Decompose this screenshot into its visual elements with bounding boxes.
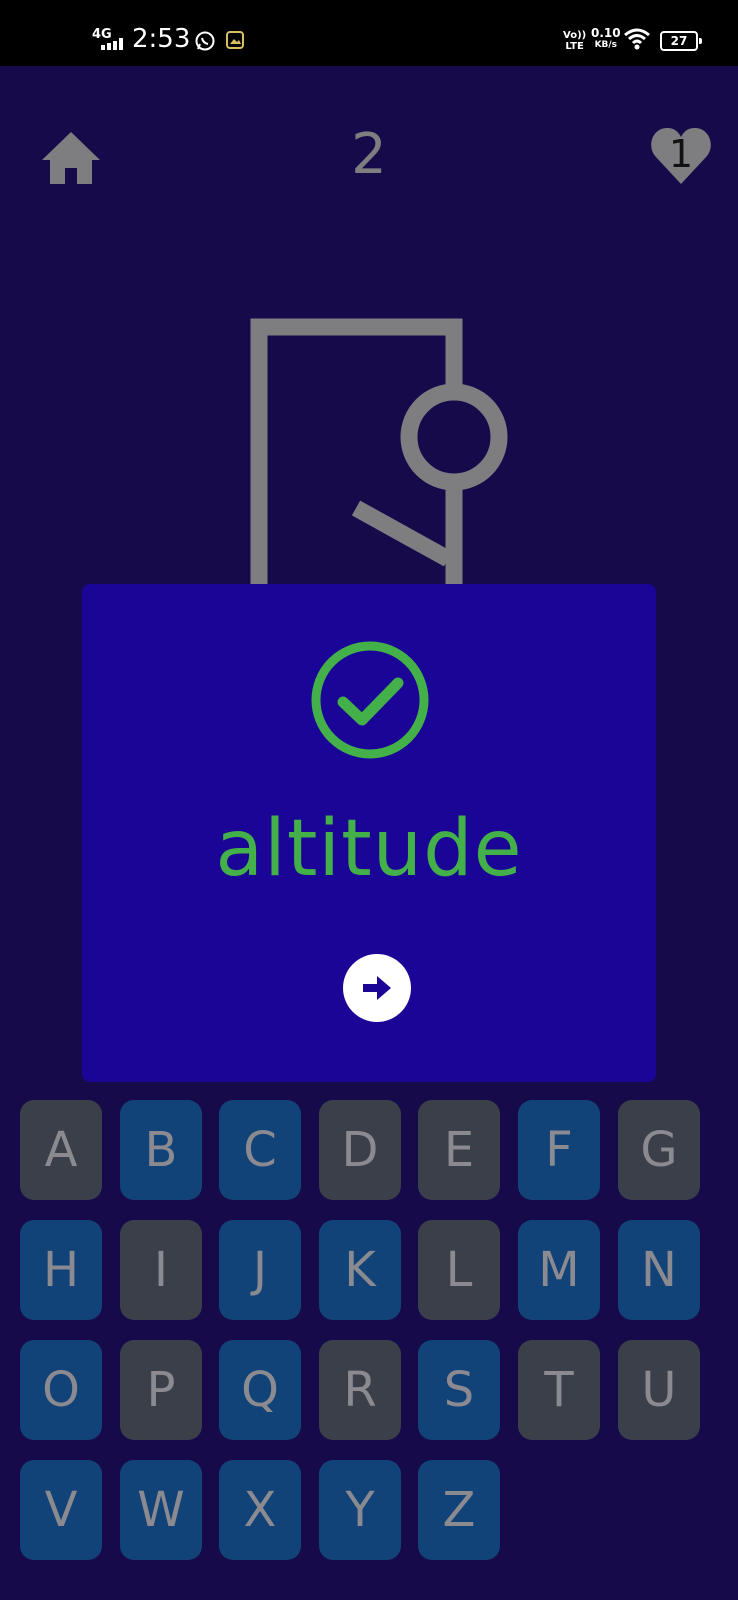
key-o[interactable]: O <box>20 1340 102 1440</box>
key-n[interactable]: N <box>618 1220 700 1320</box>
key-s[interactable]: S <box>418 1340 500 1440</box>
key-a[interactable]: A <box>20 1100 102 1200</box>
key-b[interactable]: B <box>120 1100 202 1200</box>
key-f[interactable]: F <box>518 1100 600 1200</box>
hangman-head <box>400 383 508 491</box>
key-r[interactable]: R <box>319 1340 401 1440</box>
key-k[interactable]: K <box>319 1220 401 1320</box>
key-z[interactable]: Z <box>418 1460 500 1560</box>
key-m[interactable]: M <box>518 1220 600 1320</box>
key-u[interactable]: U <box>618 1340 700 1440</box>
key-c[interactable]: C <box>219 1100 301 1200</box>
hangman-left-arm <box>351 500 453 567</box>
arrow-right-icon <box>363 976 391 1000</box>
key-y[interactable]: Y <box>319 1460 401 1560</box>
key-e[interactable]: E <box>418 1100 500 1200</box>
next-button[interactable] <box>343 954 411 1022</box>
key-j[interactable]: J <box>219 1220 301 1320</box>
key-w[interactable]: W <box>120 1460 202 1560</box>
key-h[interactable]: H <box>20 1220 102 1320</box>
key-i[interactable]: I <box>120 1220 202 1320</box>
check-circle-icon <box>311 641 429 759</box>
key-d[interactable]: D <box>319 1100 401 1200</box>
key-v[interactable]: V <box>20 1460 102 1560</box>
key-p[interactable]: P <box>120 1340 202 1440</box>
key-x[interactable]: X <box>219 1460 301 1560</box>
hangman-drawing <box>250 318 508 590</box>
solved-word: altitude <box>215 804 523 894</box>
key-t[interactable]: T <box>518 1340 600 1440</box>
key-l[interactable]: L <box>418 1220 500 1320</box>
key-q[interactable]: Q <box>219 1340 301 1440</box>
key-g[interactable]: G <box>618 1100 700 1200</box>
result-dialog: altitude <box>82 584 656 1082</box>
